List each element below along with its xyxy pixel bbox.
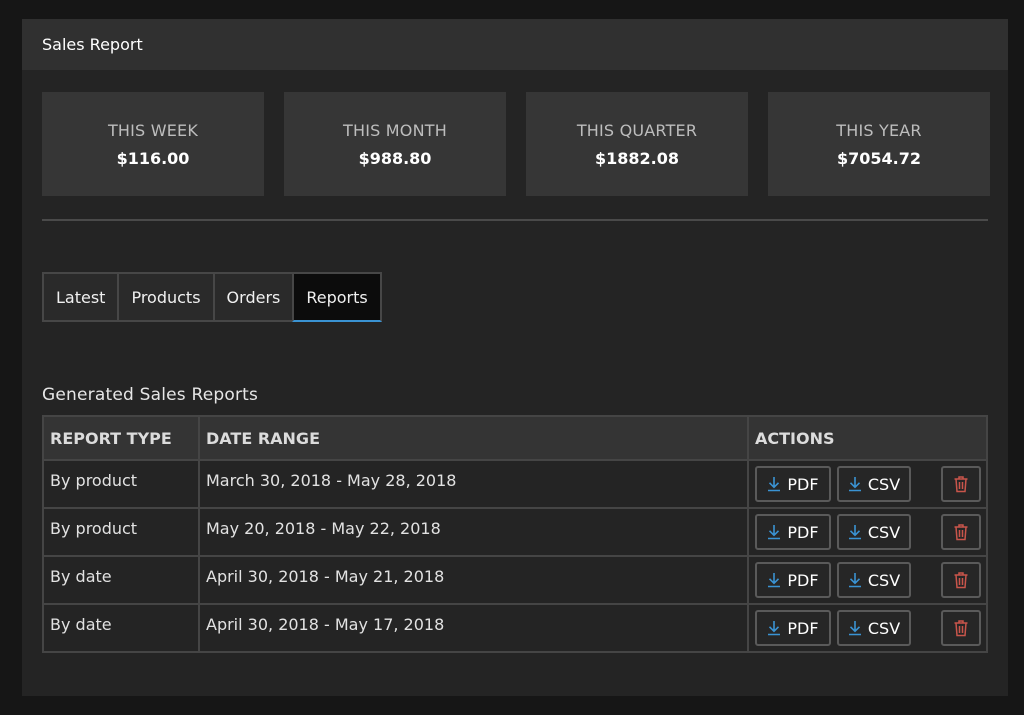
stat-this-year: THIS YEAR $7054.72	[768, 92, 990, 196]
section-title: Generated Sales Reports	[42, 385, 259, 405]
tab-reports[interactable]: Reports	[292, 272, 382, 322]
download-csv-button[interactable]: CSV	[837, 514, 911, 550]
delete-report-button[interactable]	[941, 562, 981, 598]
download-icon	[768, 477, 781, 492]
stat-this-week: THIS WEEK $116.00	[42, 92, 264, 196]
date-range-cell: May 20, 2018 - May 22, 2018	[198, 507, 749, 557]
download-icon	[848, 477, 861, 492]
download-icon	[768, 525, 781, 540]
trash-icon	[954, 476, 968, 493]
actions-cell: PDF CSV	[747, 555, 988, 605]
delete-report-button[interactable]	[941, 466, 981, 502]
stat-label: THIS MONTH	[343, 120, 447, 140]
panel-header: Sales Report	[22, 19, 1008, 70]
csv-label: CSV	[867, 474, 901, 494]
download-icon	[768, 573, 781, 588]
stat-label: THIS YEAR	[836, 120, 922, 140]
actions-cell: PDF CSV	[747, 507, 988, 557]
delete-report-button[interactable]	[941, 610, 981, 646]
download-pdf-button[interactable]: PDF	[755, 514, 831, 550]
stat-value: $116.00	[116, 148, 190, 168]
download-icon	[768, 621, 781, 636]
download-icon	[848, 525, 861, 540]
actions-cell: PDF CSV	[747, 459, 988, 509]
trash-icon	[954, 524, 968, 541]
table-row: By date April 30, 2018 - May 21, 2018 PD…	[42, 555, 988, 605]
reports-table: REPORT TYPE DATE RANGE ACTIONS By produc…	[42, 415, 988, 653]
divider	[42, 219, 988, 221]
column-header-report-type: REPORT TYPE	[42, 415, 200, 461]
date-range-cell: April 30, 2018 - May 17, 2018	[198, 603, 749, 653]
stats-row: THIS WEEK $116.00 THIS MONTH $988.80 THI…	[42, 92, 990, 196]
date-range-cell: April 30, 2018 - May 21, 2018	[198, 555, 749, 605]
pdf-label: PDF	[787, 522, 819, 542]
panel-title: Sales Report	[42, 35, 143, 54]
csv-label: CSV	[867, 522, 901, 542]
download-pdf-button[interactable]: PDF	[755, 610, 831, 646]
report-type-cell: By date	[42, 603, 200, 653]
tab-orders[interactable]: Orders	[212, 272, 295, 322]
actions-cell: PDF CSV	[747, 603, 988, 653]
tab-bar: Latest Products Orders Reports	[42, 272, 382, 322]
report-type-cell: By date	[42, 555, 200, 605]
tab-products[interactable]: Products	[117, 272, 215, 322]
download-icon	[848, 621, 861, 636]
stat-value: $1882.08	[594, 148, 679, 168]
csv-label: CSV	[867, 618, 901, 638]
trash-icon	[954, 572, 968, 589]
table-row: By product May 20, 2018 - May 22, 2018 P…	[42, 507, 988, 557]
download-pdf-button[interactable]: PDF	[755, 466, 831, 502]
report-type-cell: By product	[42, 507, 200, 557]
pdf-label: PDF	[787, 618, 819, 638]
table-header-row: REPORT TYPE DATE RANGE ACTIONS	[42, 415, 988, 461]
column-header-date-range: DATE RANGE	[198, 415, 749, 461]
report-type-cell: By product	[42, 459, 200, 509]
stat-label: THIS WEEK	[107, 120, 199, 140]
download-csv-button[interactable]: CSV	[837, 466, 911, 502]
stat-this-month: THIS MONTH $988.80	[284, 92, 506, 196]
csv-label: CSV	[867, 570, 901, 590]
table-row: By date April 30, 2018 - May 17, 2018 PD…	[42, 603, 988, 653]
pdf-label: PDF	[787, 570, 819, 590]
stat-value: $988.80	[358, 148, 432, 168]
delete-report-button[interactable]	[941, 514, 981, 550]
pdf-label: PDF	[787, 474, 819, 494]
stat-label: THIS QUARTER	[576, 120, 698, 140]
trash-icon	[954, 620, 968, 637]
sales-report-panel: Sales Report THIS WEEK $116.00 THIS MONT…	[22, 19, 1008, 696]
download-csv-button[interactable]: CSV	[837, 562, 911, 598]
download-csv-button[interactable]: CSV	[837, 610, 911, 646]
table-row: By product March 30, 2018 - May 28, 2018…	[42, 459, 988, 509]
stat-value: $7054.72	[836, 148, 921, 168]
tab-latest[interactable]: Latest	[42, 272, 120, 322]
stat-this-quarter: THIS QUARTER $1882.08	[526, 92, 748, 196]
date-range-cell: March 30, 2018 - May 28, 2018	[198, 459, 749, 509]
download-icon	[848, 573, 861, 588]
column-header-actions: ACTIONS	[747, 415, 988, 461]
download-pdf-button[interactable]: PDF	[755, 562, 831, 598]
